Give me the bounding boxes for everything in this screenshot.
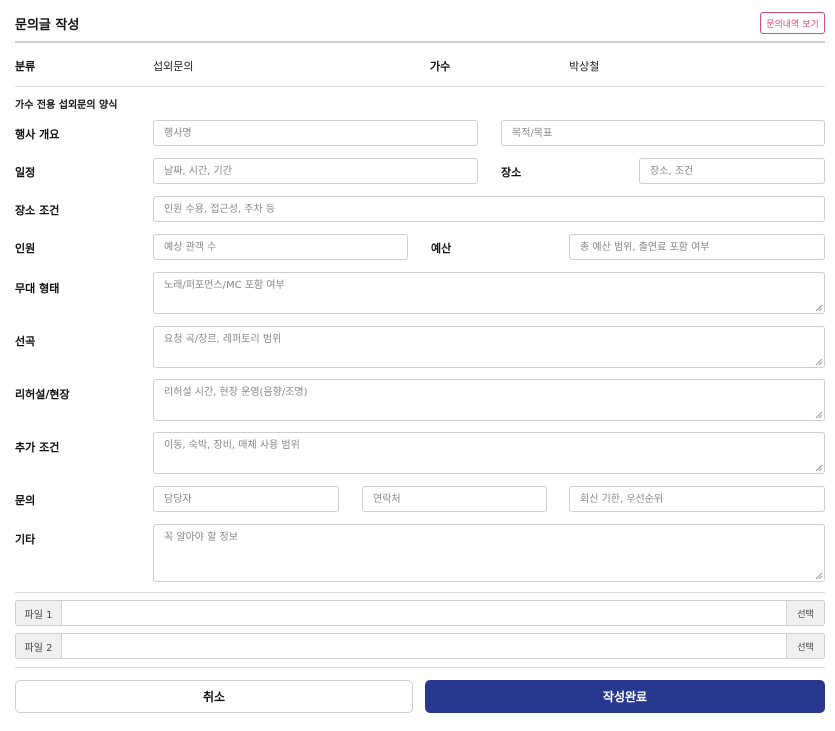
budget-input[interactable] — [569, 234, 825, 260]
budget-label: 예산 — [431, 242, 452, 255]
category-label: 분류 — [15, 60, 36, 73]
phone-input[interactable] — [362, 486, 547, 512]
form-section-title: 가수 전용 섭외문의 양식 — [15, 100, 118, 111]
event-name-input[interactable] — [153, 120, 478, 146]
header-divider — [15, 41, 825, 43]
extra-conditions-wrapper — [153, 432, 825, 474]
file-1-select-button[interactable]: 선택 — [786, 601, 824, 625]
extra-conditions-textarea[interactable] — [153, 432, 825, 474]
manager-input[interactable] — [153, 486, 339, 512]
headcount-label: 인원 — [15, 242, 36, 255]
file-1-label: 파일 1 — [16, 601, 62, 625]
place-input[interactable] — [639, 158, 825, 184]
song-selection-textarea[interactable] — [153, 326, 825, 368]
stage-type-textarea[interactable] — [153, 272, 825, 314]
rehearsal-wrapper — [153, 379, 825, 421]
form-divider — [15, 592, 825, 593]
stage-type-label: 무대 형태 — [15, 282, 60, 295]
event-purpose-input[interactable] — [501, 120, 825, 146]
files-divider — [15, 667, 825, 668]
etc-wrapper — [153, 524, 825, 582]
place-conditions-label: 장소 조건 — [15, 204, 60, 217]
category-value: 섭외문의 — [153, 60, 194, 73]
contact-label: 문의 — [15, 494, 36, 507]
schedule-label: 일정 — [15, 166, 36, 179]
rehearsal-label: 리허설/현장 — [15, 388, 70, 401]
file-2-select-button[interactable]: 선택 — [786, 634, 824, 658]
singer-label: 가수 — [430, 60, 451, 73]
stage-type-wrapper — [153, 272, 825, 314]
file-row-1: 파일 1 선택 — [15, 600, 825, 626]
page-title: 문의글 작성 — [15, 18, 80, 33]
reply-deadline-input[interactable] — [569, 486, 825, 512]
file-row-2: 파일 2 선택 — [15, 633, 825, 659]
etc-label: 기타 — [15, 533, 36, 546]
etc-textarea[interactable] — [153, 524, 825, 582]
song-selection-label: 선곡 — [15, 335, 36, 348]
file-2-name-field[interactable] — [62, 634, 786, 658]
headcount-input[interactable] — [153, 234, 408, 260]
song-selection-wrapper — [153, 326, 825, 368]
info-divider — [15, 86, 825, 87]
cancel-button[interactable]: 취소 — [15, 680, 413, 713]
file-2-label: 파일 2 — [16, 634, 62, 658]
schedule-input[interactable] — [153, 158, 478, 184]
place-label: 장소 — [501, 166, 522, 179]
place-conditions-input[interactable] — [153, 196, 825, 222]
extra-conditions-label: 추가 조건 — [15, 441, 60, 454]
view-history-button[interactable]: 문의내역 보기 — [760, 12, 825, 34]
rehearsal-textarea[interactable] — [153, 379, 825, 421]
file-1-name-field[interactable] — [62, 601, 786, 625]
singer-value: 박상철 — [569, 60, 600, 73]
submit-button[interactable]: 작성완료 — [425, 680, 825, 713]
event-overview-label: 행사 개요 — [15, 128, 60, 141]
